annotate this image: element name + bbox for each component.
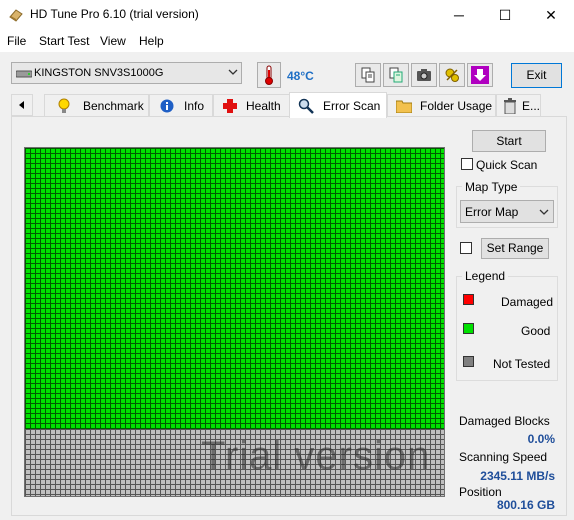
copy-all-button[interactable] — [383, 63, 409, 87]
legend-label: Legend — [462, 269, 509, 283]
thermometer-icon — [265, 65, 273, 85]
screenshot-button[interactable] — [411, 63, 437, 87]
good-blocks-area — [25, 148, 444, 429]
error-map: Trial version — [24, 147, 445, 497]
menu-help[interactable]: Help — [139, 34, 164, 48]
tab-error-scan[interactable]: Error Scan — [289, 92, 387, 118]
temperature-button[interactable] — [257, 62, 281, 88]
tab-benchmark[interactable]: Benchmark — [44, 94, 149, 116]
options-button[interactable] — [439, 63, 465, 87]
download-arrow-icon — [471, 66, 489, 84]
set-range-button[interactable]: Set Range — [481, 238, 549, 259]
legend-good-label: Good — [521, 324, 551, 338]
tab-health-label: Health — [246, 98, 281, 113]
drive-select[interactable]: KINGSTON SNV3S1000G — [11, 62, 242, 84]
tab-erase[interactable]: E... — [496, 94, 541, 116]
trash-icon — [503, 97, 516, 114]
chevron-down-icon — [539, 206, 549, 220]
legend-damaged-label: Damaged — [501, 295, 554, 309]
damaged-blocks-value: 0.0% — [527, 432, 555, 446]
trial-watermark: Trial version — [201, 434, 431, 478]
legend-good-swatch — [463, 323, 474, 334]
menu-start-test[interactable]: Start Test — [39, 34, 89, 48]
quick-scan-checkbox[interactable] — [461, 158, 473, 170]
tab-health[interactable]: Health — [213, 94, 290, 116]
health-cross-icon — [223, 98, 237, 113]
tab-benchmark-label: Benchmark — [83, 98, 144, 113]
menu-file[interactable]: File — [7, 34, 26, 48]
copy-icon — [361, 67, 375, 83]
exit-button[interactable]: Exit — [511, 63, 562, 88]
legend-not-tested-swatch — [463, 356, 474, 367]
maximize-button[interactable]: ☐ — [482, 0, 528, 30]
magnifier-icon — [298, 98, 314, 114]
minimize-button[interactable]: ─ — [436, 0, 482, 30]
map-type-select[interactable]: Error Map — [460, 200, 554, 223]
position-value: 800.16 GB — [496, 498, 555, 512]
set-range-checkbox[interactable] — [460, 242, 472, 254]
scanning-speed-label: Scanning Speed — [459, 450, 548, 464]
tab-scroll-left[interactable] — [11, 94, 33, 116]
legend-not-tested-label: Not Tested — [493, 357, 551, 371]
wrench-icon — [445, 68, 459, 82]
save-button[interactable] — [467, 63, 493, 87]
close-button[interactable]: ✕ — [528, 0, 574, 30]
folder-icon — [396, 100, 412, 113]
tab-error-scan-label: Error Scan — [323, 98, 381, 113]
arrow-left-icon — [19, 101, 24, 109]
copy-text-button[interactable] — [355, 63, 381, 87]
damaged-blocks-label: Damaged Blocks — [459, 414, 550, 428]
tab-erase-label: E... — [521, 98, 540, 113]
copy-all-icon — [389, 67, 403, 83]
drive-icon — [15, 69, 33, 78]
map-type-value: Error Map — [465, 205, 519, 219]
start-button[interactable]: Start — [472, 130, 546, 152]
tab-folder-usage-label: Folder Usage — [420, 98, 493, 113]
tab-info[interactable]: Info — [149, 94, 213, 116]
chevron-down-icon — [228, 67, 238, 80]
info-icon — [160, 99, 174, 112]
map-type-label: Map Type — [462, 180, 521, 194]
temperature-value: 48°C — [287, 69, 314, 83]
legend-damaged-swatch — [463, 294, 474, 305]
menu-view[interactable]: View — [100, 34, 126, 48]
scanning-speed-value: 2345.11 MB/s — [480, 469, 555, 483]
position-label: Position — [459, 485, 502, 499]
app-icon — [9, 8, 23, 22]
camera-icon — [417, 69, 431, 81]
tab-folder-usage[interactable]: Folder Usage — [387, 94, 496, 116]
quick-scan-label: Quick Scan — [476, 158, 538, 172]
window-title: HD Tune Pro 6.10 (trial version) — [30, 7, 199, 21]
drive-name: KINGSTON SNV3S1000G — [34, 67, 164, 79]
lightbulb-icon — [58, 98, 70, 113]
tab-info-label: Info — [184, 98, 205, 113]
